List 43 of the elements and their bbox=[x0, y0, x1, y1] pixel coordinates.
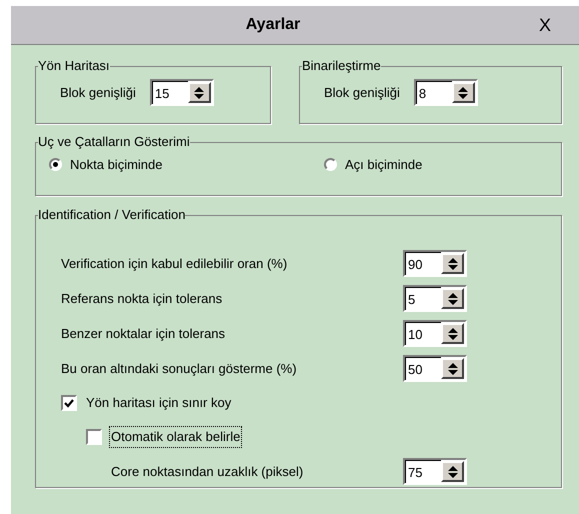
number-spinner[interactable]: 50 bbox=[403, 355, 467, 382]
checkbox[interactable] bbox=[61, 395, 77, 411]
spin-button[interactable] bbox=[188, 82, 211, 103]
radio-button[interactable] bbox=[49, 158, 62, 172]
setting-label: Referans nokta için tolerans bbox=[61, 290, 224, 308]
window-title: Ayarlar bbox=[244, 15, 302, 35]
up-down-arrows-icon bbox=[446, 326, 458, 340]
checkmark-icon bbox=[64, 398, 74, 408]
spin-button[interactable] bbox=[441, 461, 464, 482]
number-spinner[interactable]: 8 bbox=[414, 79, 478, 106]
setting-label: Verification için kabul edilebilir oran (%) bbox=[61, 254, 288, 273]
spin-button[interactable] bbox=[452, 82, 475, 103]
radio-label[interactable]: Açı biçiminde bbox=[345, 155, 422, 174]
checkbox-label[interactable]: Otomatik olarak belirle bbox=[109, 426, 242, 448]
setting-label: Blok genişliği bbox=[324, 84, 400, 102]
group-title: Identification / Verification bbox=[38, 208, 186, 222]
group-title: Yön Haritası bbox=[38, 59, 110, 73]
setting-label: Benzer noktalar için tolerans bbox=[61, 324, 226, 343]
group-title: Binarileştirme bbox=[302, 59, 381, 73]
radio-label[interactable]: Nokta biçiminde bbox=[70, 155, 162, 174]
close-button[interactable]: X bbox=[525, 12, 565, 38]
up-down-arrows-icon bbox=[457, 86, 470, 100]
setting-label: Bu oran altındaki sonuçları gösterme (%) bbox=[61, 360, 298, 378]
up-down-arrows-icon bbox=[193, 86, 206, 100]
spin-button[interactable] bbox=[441, 358, 464, 379]
number-spinner[interactable]: 90 bbox=[403, 250, 467, 277]
spin-button[interactable] bbox=[441, 288, 464, 309]
checkbox-label[interactable]: Yön haritası için sınır koy bbox=[84, 392, 234, 414]
spin-button[interactable] bbox=[441, 323, 464, 344]
up-down-arrows-icon bbox=[446, 256, 458, 270]
number-spinner[interactable]: 5 bbox=[403, 285, 467, 312]
group-title: Uç ve Çatalların Gösterimi bbox=[38, 135, 190, 149]
checkbox[interactable] bbox=[86, 429, 102, 445]
up-down-arrows-icon bbox=[446, 464, 458, 478]
up-down-arrows-icon bbox=[446, 362, 458, 376]
radio-button[interactable] bbox=[324, 158, 337, 172]
number-spinner[interactable]: 75 bbox=[403, 458, 467, 485]
setting-label: Blok genişliği bbox=[60, 84, 136, 102]
setting-label: Core noktasından uzaklık (piksel) bbox=[111, 462, 304, 481]
number-spinner[interactable]: 10 bbox=[403, 320, 467, 347]
number-spinner[interactable]: 15 bbox=[150, 79, 214, 106]
spin-button[interactable] bbox=[441, 253, 464, 274]
up-down-arrows-icon bbox=[446, 292, 458, 306]
